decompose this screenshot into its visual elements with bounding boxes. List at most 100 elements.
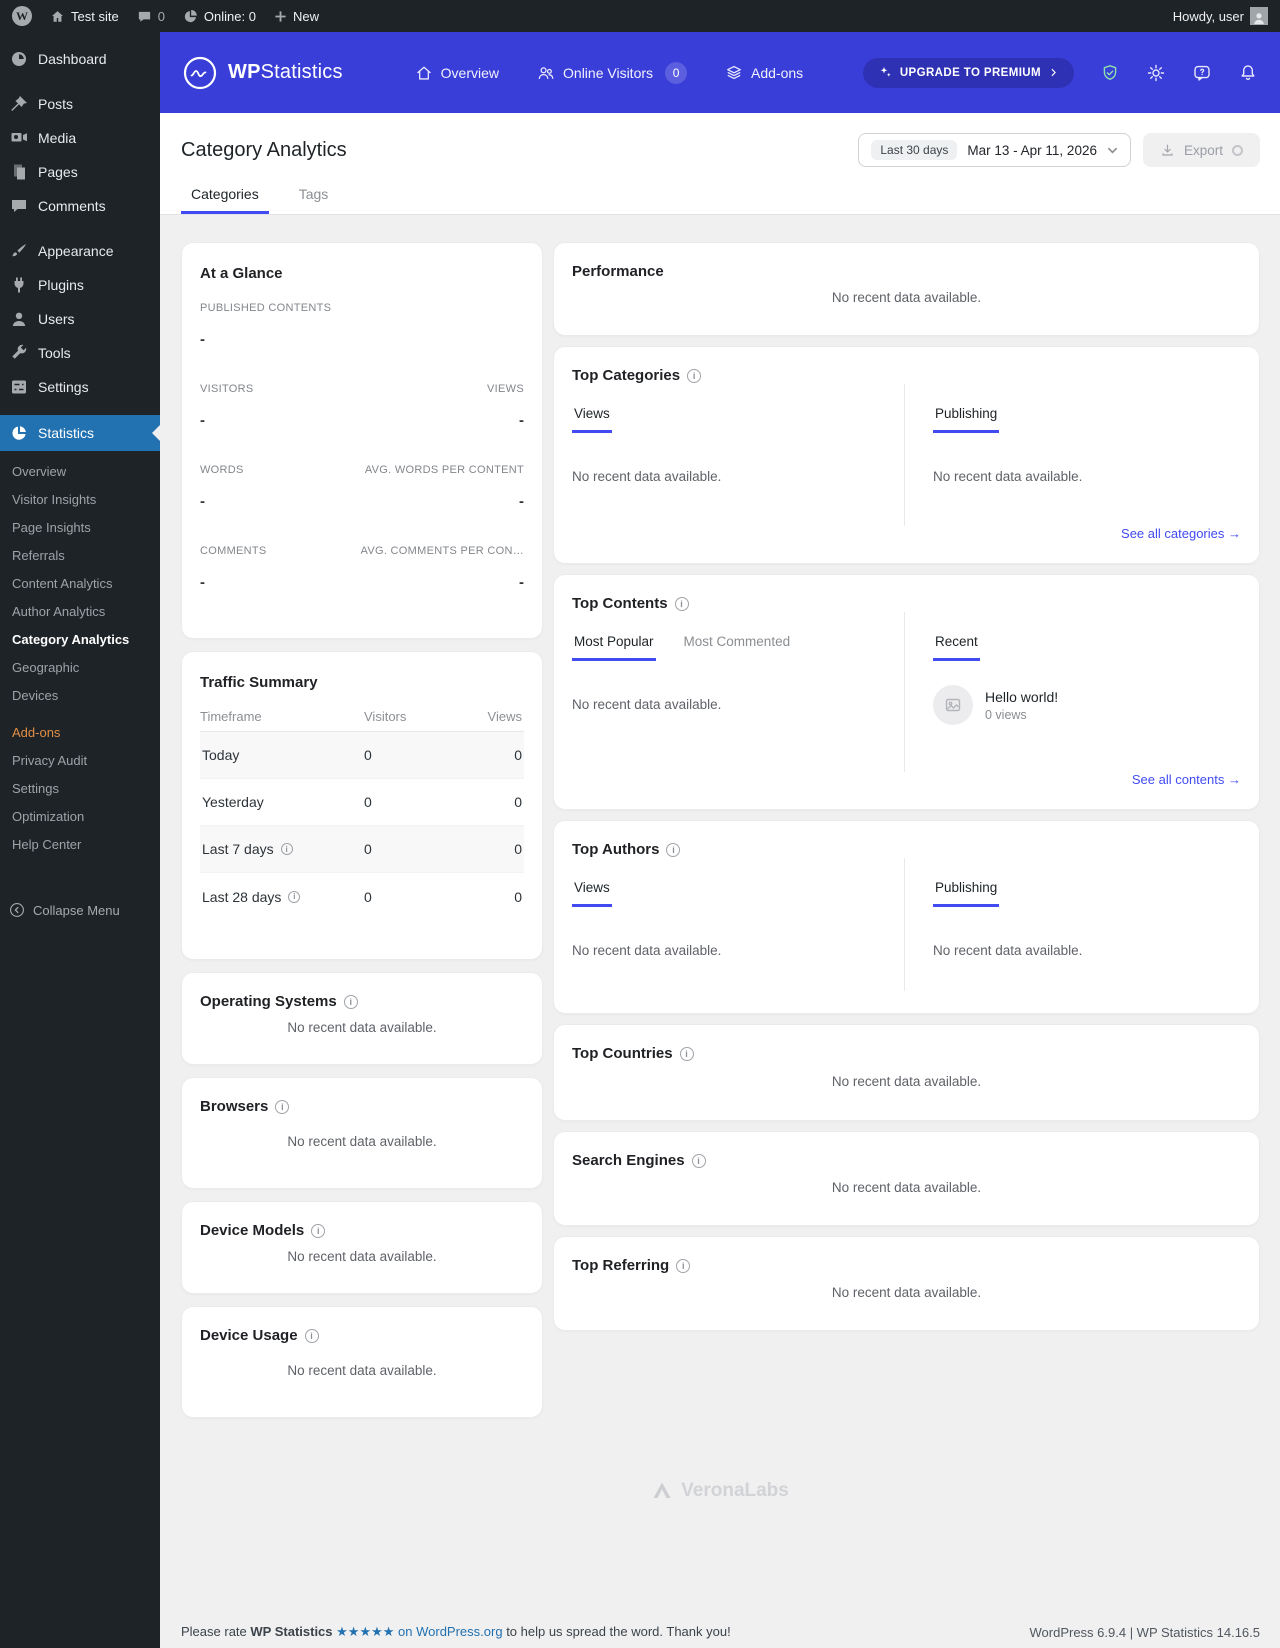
submenu-author-analytics[interactable]: Author Analytics	[0, 598, 160, 626]
wordpress-logo-icon[interactable]: W	[12, 6, 32, 26]
info-icon[interactable]: i	[343, 994, 358, 1009]
admin-bar: W Test site 0 Online: 0 New Howdy, user	[0, 0, 1280, 32]
info-icon[interactable]: i	[674, 596, 689, 611]
privacy-status-icon[interactable]	[1100, 63, 1120, 83]
submenu-add-ons[interactable]: Add-ons	[0, 719, 160, 747]
traffic-table-header: Timeframe Visitors Views	[200, 701, 524, 732]
submenu-category-analytics[interactable]: Category Analytics	[0, 626, 160, 654]
info-icon[interactable]: i	[275, 1099, 290, 1114]
watermark-text: VeronaLabs	[681, 1480, 789, 1501]
info-icon[interactable]: i	[679, 1046, 694, 1061]
notifications-bell-icon[interactable]	[1238, 63, 1258, 83]
sidebar-item-tools[interactable]: Tools	[0, 336, 160, 370]
wp-statistics-brand[interactable]: WPStatistics	[182, 55, 343, 91]
top-authors-card: Top Authors i Views No recent data availa…	[553, 820, 1260, 1014]
submenu-privacy-audit[interactable]: Privacy Audit	[0, 747, 160, 775]
tab-publishing[interactable]: Publishing	[933, 880, 1000, 907]
submenu-overview[interactable]: Overview	[0, 458, 160, 486]
settings-gear-icon[interactable]	[1146, 63, 1166, 83]
glance-row: VISITORS - VIEWS -	[200, 383, 524, 464]
admin-bar-online[interactable]: Online: 0	[183, 9, 256, 24]
info-icon[interactable]: i	[687, 368, 702, 383]
page-header: Category Analytics Last 30 days Mar 13 -…	[160, 113, 1280, 215]
no-data-message: No recent data available.	[831, 290, 982, 305]
info-icon[interactable]: i	[311, 1223, 326, 1238]
admin-bar-new[interactable]: New	[274, 9, 319, 24]
nav-overview[interactable]: Overview	[415, 64, 499, 82]
submenu-geographic[interactable]: Geographic	[0, 654, 160, 682]
tab-categories[interactable]: Categories	[181, 186, 269, 214]
site-name: Test site	[71, 8, 119, 24]
nav-add-ons[interactable]: Add-ons	[725, 64, 803, 82]
submenu-settings[interactable]: Settings	[0, 775, 160, 803]
tab-views[interactable]: Views	[572, 880, 612, 907]
info-icon[interactable]: i	[666, 842, 681, 857]
sidebar-item-media[interactable]: Media	[0, 121, 160, 155]
visitors-value: 0	[364, 747, 372, 763]
sidebar-item-plugins[interactable]: Plugins	[0, 268, 160, 302]
rate-link[interactable]: ★★★★★ on WordPress.org	[336, 1624, 502, 1639]
collapse-menu-button[interactable]: Collapse Menu	[0, 894, 160, 926]
submenu-optimization[interactable]: Optimization	[0, 803, 160, 831]
arrow-right-icon: →	[1228, 772, 1241, 787]
sidebar-item-statistics[interactable]: Statistics	[0, 415, 160, 451]
sidebar-item-appearance[interactable]: Appearance	[0, 234, 160, 268]
submenu-content-analytics[interactable]: Content Analytics	[0, 570, 160, 598]
info-icon[interactable]: i	[280, 843, 293, 855]
visitors-value: 0	[364, 888, 372, 905]
admin-bar-site[interactable]: Test site	[50, 9, 119, 24]
sidebar-item-dashboard[interactable]: Dashboard	[0, 42, 160, 76]
sidebar-item-users[interactable]: Users	[0, 302, 160, 336]
date-range-text: Mar 13 - Apr 11, 2026	[967, 142, 1097, 158]
sidebar-item-pages[interactable]: Pages	[0, 155, 160, 189]
tab-publishing[interactable]: Publishing	[933, 406, 1000, 433]
tab-views[interactable]: Views	[572, 406, 612, 433]
submenu-visitor-insights[interactable]: Visitor Insights	[0, 486, 160, 514]
sidebar-item-label: Users	[38, 311, 75, 327]
page-tabs: Categories Tags	[160, 186, 1280, 214]
pin-icon	[9, 94, 29, 114]
see-all-contents-link: See all contents →	[1131, 772, 1241, 787]
tab-most-popular[interactable]: Most Popular	[572, 634, 656, 661]
metric-value: -	[200, 493, 205, 510]
views-value: 0	[514, 747, 522, 763]
sidebar-item-posts[interactable]: Posts	[0, 87, 160, 121]
tab-most-commented[interactable]: Most Commented	[682, 634, 793, 661]
info-icon[interactable]: i	[676, 1258, 691, 1273]
sidebar-item-label: Statistics	[38, 425, 95, 441]
help-icon[interactable]	[1192, 63, 1212, 83]
date-range-picker[interactable]: Last 30 days Mar 13 - Apr 11, 2026	[858, 133, 1131, 167]
recent-content-item[interactable]: Hello world! 0 views	[933, 685, 1241, 725]
submenu-page-insights[interactable]: Page Insights	[0, 514, 160, 542]
timeframe-label: Last 28 days	[202, 888, 282, 905]
veronalabs-watermark: VeronaLabs	[160, 1480, 1280, 1502]
admin-bar-comments[interactable]: 0	[137, 9, 165, 24]
nav-online-visitors[interactable]: Online Visitors 0	[537, 61, 688, 84]
visitors-value: 0	[364, 841, 372, 857]
export-button[interactable]: Export	[1142, 133, 1260, 167]
version-info: WordPress 6.9.4 | WP Statistics 14.16.5	[1029, 1624, 1261, 1640]
metric-label: AVG. WORDS PER CONTENT	[364, 464, 524, 476]
tab-tags[interactable]: Tags	[289, 186, 339, 214]
tab-recent[interactable]: Recent	[933, 634, 980, 661]
product-name: WP Statistics	[250, 1624, 333, 1639]
table-row: Today 0 0	[200, 732, 524, 779]
main-area: WPStatistics Overview Online Visitors 0 …	[160, 32, 1280, 1648]
info-icon[interactable]: i	[288, 890, 301, 903]
submenu-devices[interactable]: Devices	[0, 682, 160, 710]
traffic-table: Timeframe Visitors Views Today 0 0 Yeste…	[200, 701, 524, 920]
sidebar-item-comments[interactable]: Comments	[0, 189, 160, 223]
submenu-referrals[interactable]: Referrals	[0, 542, 160, 570]
sidebar-item-settings[interactable]: Settings	[0, 370, 160, 404]
submenu-help-center[interactable]: Help Center	[0, 831, 160, 859]
info-icon[interactable]: i	[304, 1328, 319, 1343]
column-header: Visitors	[364, 708, 407, 724]
top-referring-card: Top Referring i No recent data available.	[553, 1236, 1260, 1331]
metric-value: -	[519, 574, 524, 591]
card-title: Top Countries i	[572, 1045, 1241, 1062]
search-engines-card: Search Engines i No recent data available…	[553, 1131, 1260, 1226]
admin-bar-account[interactable]: Howdy, user	[1173, 7, 1268, 25]
upgrade-to-premium-button[interactable]: UPGRADE TO PREMIUM	[862, 57, 1074, 88]
info-icon[interactable]: i	[691, 1153, 706, 1168]
device-models-card: Device Models i No recent data available.	[181, 1201, 543, 1294]
